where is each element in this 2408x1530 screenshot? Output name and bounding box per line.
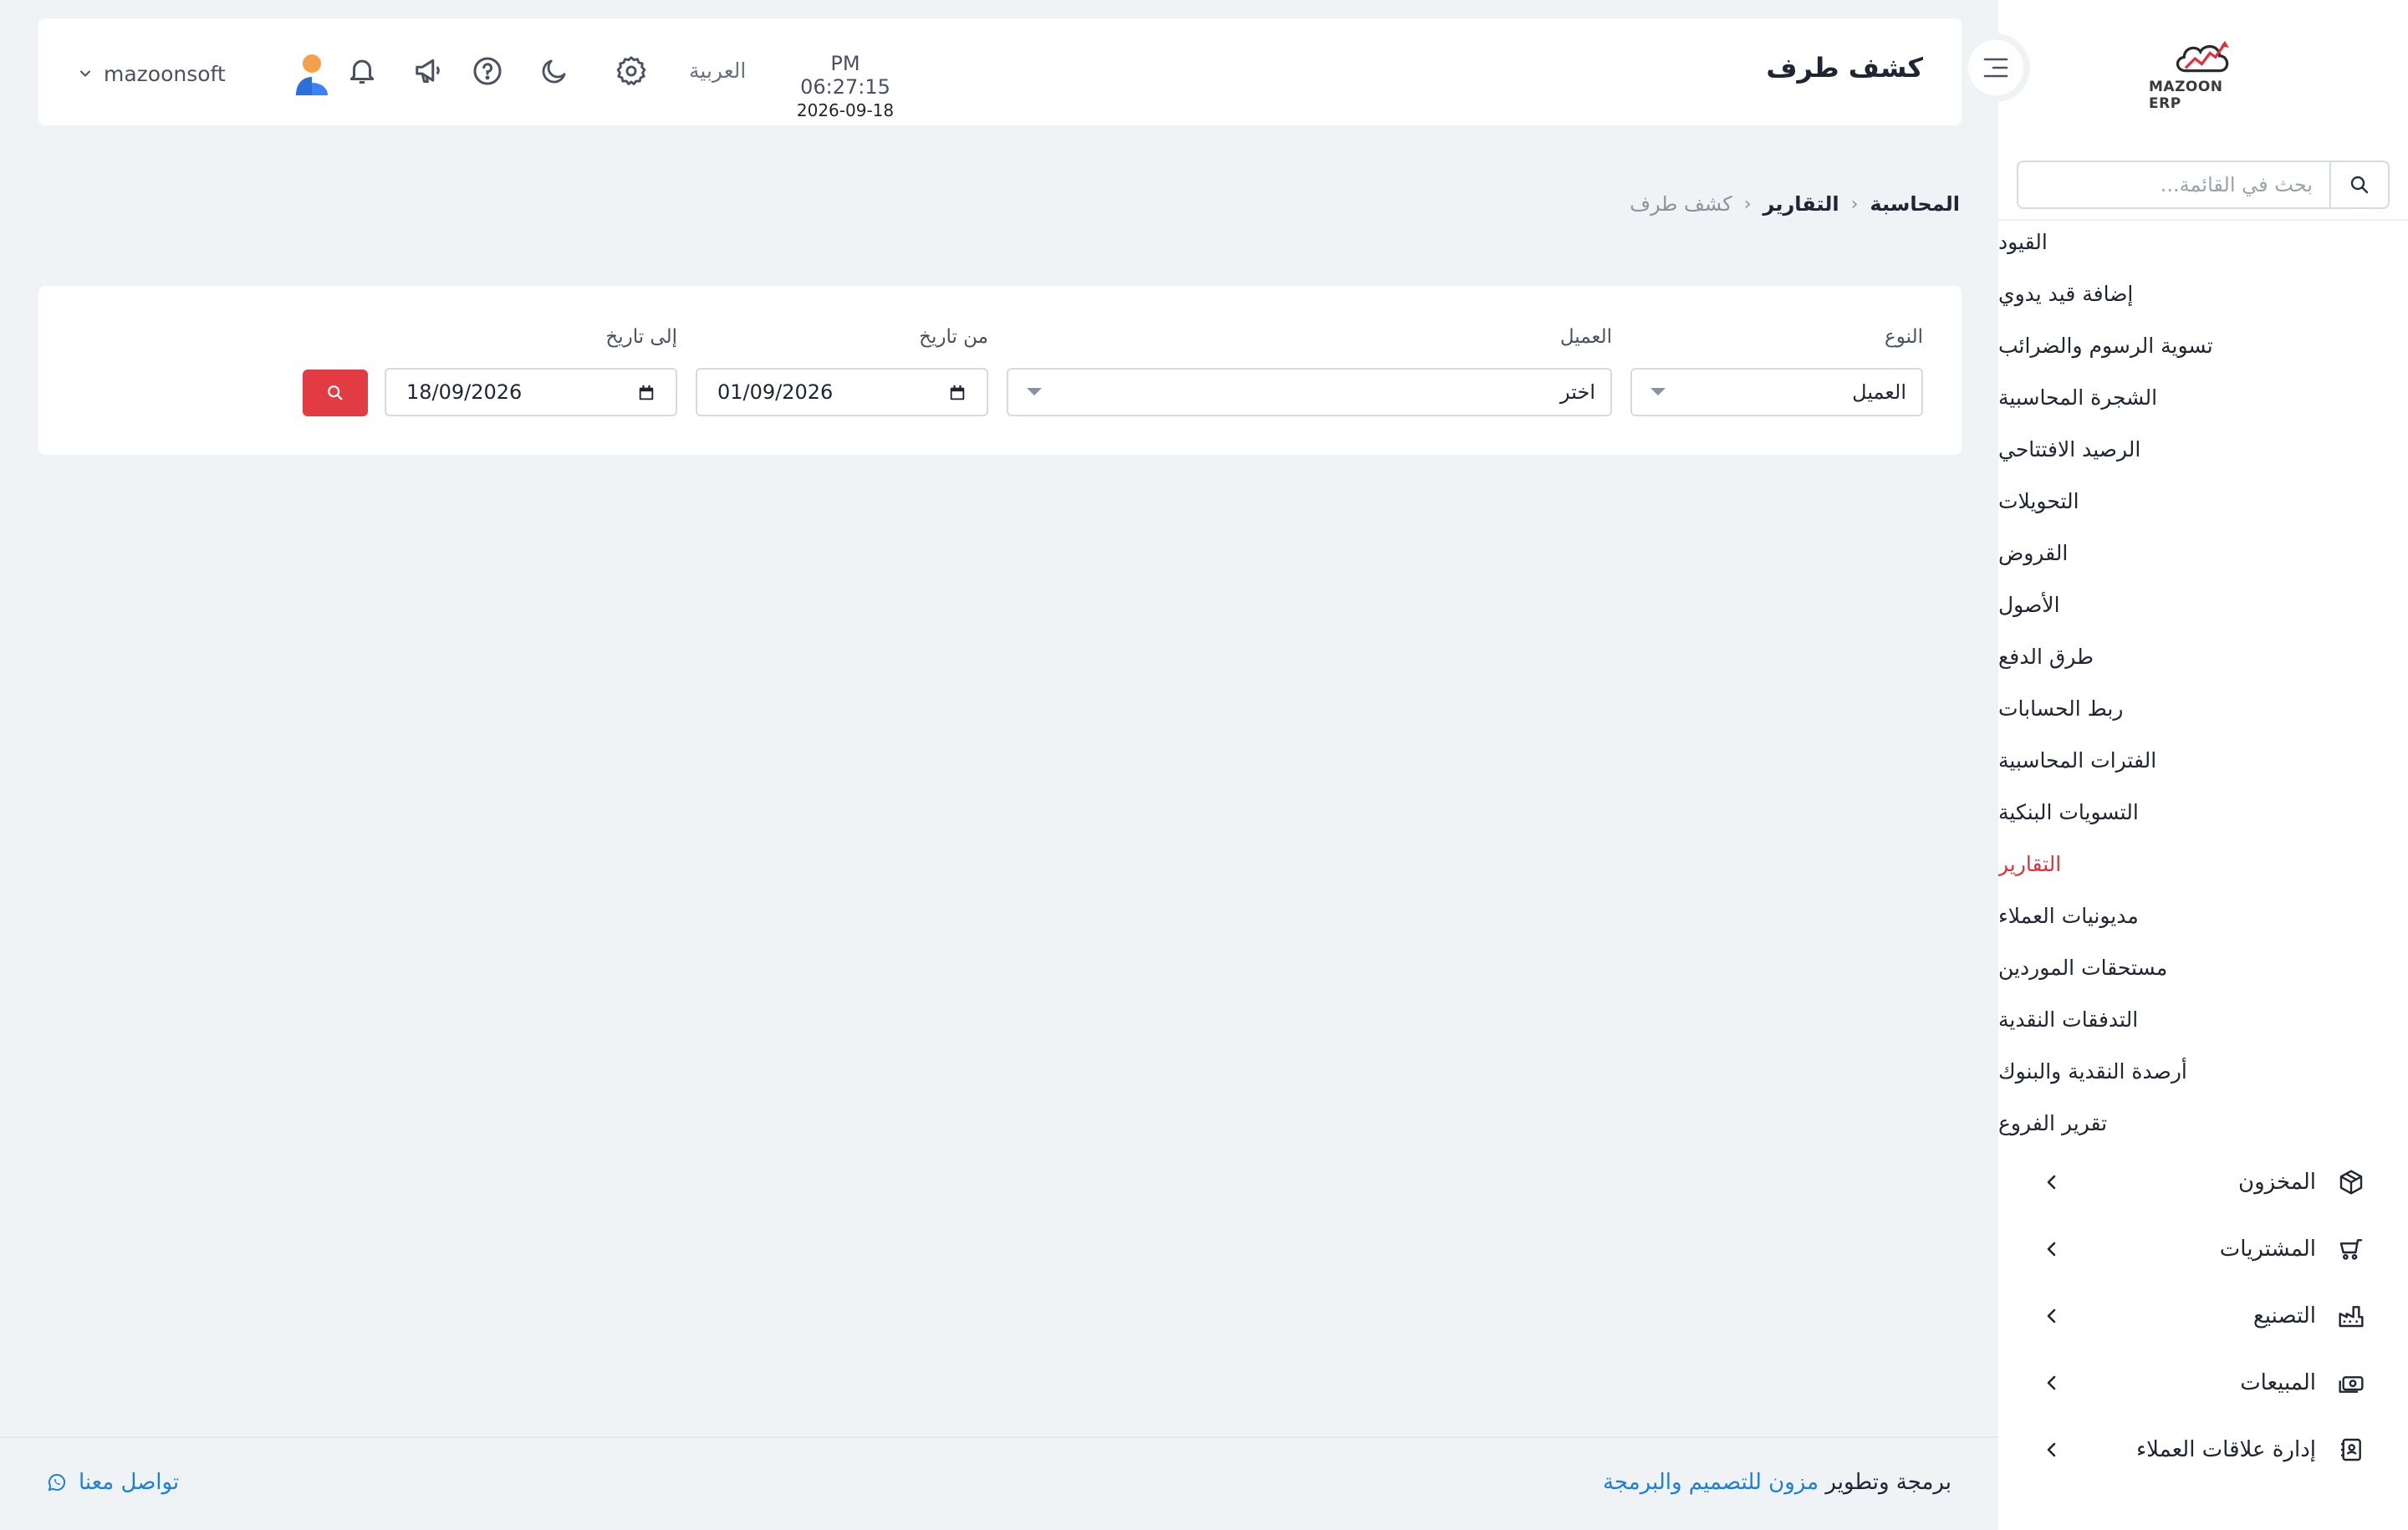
logo-cloud-icon xyxy=(2176,40,2229,73)
sidebar-group-label: المبيعات xyxy=(2240,1370,2316,1395)
sidebar-item-entries[interactable]: القيود xyxy=(1998,216,2408,268)
breadcrumb-reports[interactable]: التقارير xyxy=(1763,192,1839,216)
caret-down-icon xyxy=(1650,388,1666,395)
filter-card: النوع العميل العميل اختر من تاريخ 01/09/… xyxy=(38,286,1962,455)
to-date-value: 18/09/2026 xyxy=(406,380,523,404)
to-date-label: إلى تاريخ xyxy=(605,326,677,348)
sidebar-item-reports[interactable]: التقارير xyxy=(1998,838,2408,890)
sidebar-group-crm[interactable]: إدارة علاقات العملاء xyxy=(1998,1416,2408,1483)
sidebar-group-purchases[interactable]: المشتريات xyxy=(1998,1216,2408,1283)
breadcrumb-separator-icon: ‹ xyxy=(1743,193,1752,215)
sidebar-item-add-manual-entry[interactable]: إضافة قيد يدوي xyxy=(1998,268,2408,319)
type-label: النوع xyxy=(1885,326,1923,348)
sidebar-item-cash-flows[interactable]: التدفقات النقدية xyxy=(1998,993,2408,1045)
search-icon[interactable] xyxy=(2329,162,2388,207)
sidebar-group-inventory[interactable]: المخزون xyxy=(1998,1149,2408,1216)
sidebar-item-branches-report[interactable]: تقرير الفروع xyxy=(1998,1097,2408,1149)
page-title: كشف طرف xyxy=(1766,52,1923,84)
factory-icon xyxy=(2334,1299,2368,1333)
sidebar-item-fees-taxes-settlement[interactable]: تسوية الرسوم والضرائب xyxy=(1998,319,2408,371)
top-header: كشف طرف PM 06:27:15 2026-09-18 العربية m… xyxy=(38,18,1962,125)
sidebar-item-account-linking[interactable]: ربط الحسابات xyxy=(1998,682,2408,734)
announcement-icon[interactable] xyxy=(410,52,448,90)
cash-icon xyxy=(2334,1366,2368,1400)
sidebar-item-loans[interactable]: القروض xyxy=(1998,527,2408,579)
whatsapp-icon xyxy=(48,1473,66,1492)
contacts-icon xyxy=(2334,1433,2368,1466)
footer-credit: برمجة وتطوير مزون للتصميم والبرمجة xyxy=(1603,1470,1951,1495)
language-switcher[interactable]: العربية xyxy=(689,59,746,83)
box-icon xyxy=(2334,1165,2368,1199)
sidebar-group-label: المشتريات xyxy=(2219,1237,2316,1262)
settings-icon[interactable] xyxy=(612,52,650,90)
from-date-input[interactable]: 01/09/2026 xyxy=(696,368,988,416)
dark-mode-icon[interactable] xyxy=(535,52,574,90)
client-select[interactable]: اختر xyxy=(1007,368,1612,416)
breadcrumb-current: كشف طرف xyxy=(1630,192,1732,216)
clock: PM 06:27:15 2026-09-18 xyxy=(783,52,908,120)
sidebar-item-customer-debts[interactable]: مديونيات العملاء xyxy=(1998,890,2408,941)
footer: برمجة وتطوير مزون للتصميم والبرمجة تواصل… xyxy=(0,1436,1998,1530)
sidebar-item-assets[interactable]: الأصول xyxy=(1998,579,2408,630)
breadcrumb-accounting[interactable]: المحاسبة xyxy=(1870,192,1960,216)
user-menu[interactable]: mazoonsoft xyxy=(77,50,331,97)
from-date-value: 01/09/2026 xyxy=(717,380,834,404)
username: mazoonsoft xyxy=(104,61,226,86)
sidebar-item-supplier-dues[interactable]: مستحقات الموردين xyxy=(1998,941,2408,993)
contact-us-label: تواصل معنا xyxy=(79,1470,180,1495)
breadcrumb: المحاسبة ‹ التقارير ‹ كشف طرف xyxy=(1630,192,1960,216)
sidebar-group-label: المخزون xyxy=(2238,1170,2316,1195)
notifications-icon[interactable] xyxy=(343,52,381,90)
sidebar-item-accounting-periods[interactable]: الفترات المحاسبية xyxy=(1998,734,2408,786)
sidebar-item-payment-methods[interactable]: طرق الدفع xyxy=(1998,630,2408,682)
clock-time: PM 06:27:15 xyxy=(800,52,890,99)
cart-icon xyxy=(2334,1232,2368,1266)
client-label: العميل xyxy=(1559,326,1612,348)
help-icon[interactable] xyxy=(468,52,507,90)
footer-credit-prefix: برمجة وتطوير xyxy=(1825,1470,1951,1495)
caret-down-icon xyxy=(1027,388,1042,395)
brand-name: MAZOON ERP xyxy=(2149,79,2223,112)
menu-search xyxy=(2017,161,2390,209)
footer-credit-link[interactable]: مزون للتصميم والبرمجة xyxy=(1603,1470,1819,1495)
chevron-left-icon xyxy=(2047,1175,2056,1190)
brand-logo[interactable]: MAZOON ERP xyxy=(2149,37,2258,112)
clock-date: 2026-09-18 xyxy=(796,100,895,120)
client-select-value: اختر xyxy=(1560,380,1595,404)
sidebar-group-manufacturing[interactable]: التصنيع xyxy=(1998,1283,2408,1349)
sidebar-group-label: إدارة علاقات العملاء xyxy=(2135,1437,2316,1462)
search-icon xyxy=(328,385,343,400)
sidebar-item-opening-balance[interactable]: الرصيد الافتتاحي xyxy=(1998,423,2408,475)
chevron-left-icon xyxy=(2047,1308,2056,1323)
sidebar-group-label: التصنيع xyxy=(2252,1303,2316,1329)
sidebar-menu: القيود إضافة قيد يدوي تسوية الرسوم والضر… xyxy=(1998,216,2408,1483)
menu-lines-icon xyxy=(1983,58,2008,78)
type-select-value: العميل xyxy=(1852,380,1906,404)
chevron-left-icon xyxy=(2047,1442,2056,1457)
sidebar-item-bank-reconciliations[interactable]: التسويات البنكية xyxy=(1998,786,2408,838)
breadcrumb-separator-icon: ‹ xyxy=(1850,193,1859,215)
type-select[interactable]: العميل xyxy=(1630,368,1923,416)
sidebar-group-sales[interactable]: المبيعات xyxy=(1998,1349,2408,1416)
avatar xyxy=(295,54,328,95)
calendar-icon[interactable] xyxy=(948,384,967,402)
contact-us-link[interactable]: تواصل معنا xyxy=(47,1470,179,1495)
sidebar-item-chart-of-accounts[interactable]: الشجرة المحاسبية xyxy=(1998,371,2408,423)
calendar-icon[interactable] xyxy=(637,384,656,402)
chevron-left-icon xyxy=(2047,1242,2056,1257)
sidebar: MAZOON ERP القيود إضافة قيد يدوي تسوية ا… xyxy=(1998,0,2408,1530)
sidebar-item-cash-bank-balances[interactable]: أرصدة النقدية والبنوك xyxy=(1998,1045,2408,1097)
menu-search-input[interactable] xyxy=(2018,162,2329,207)
sidebar-item-transfers[interactable]: التحويلات xyxy=(1998,475,2408,527)
chevron-left-icon xyxy=(2047,1375,2056,1390)
sidebar-toggle-button[interactable] xyxy=(1962,33,2030,102)
search-button[interactable] xyxy=(303,370,368,416)
from-date-label: من تاريخ xyxy=(919,326,988,348)
to-date-input[interactable]: 18/09/2026 xyxy=(385,368,677,416)
chevron-down-icon xyxy=(80,70,90,77)
